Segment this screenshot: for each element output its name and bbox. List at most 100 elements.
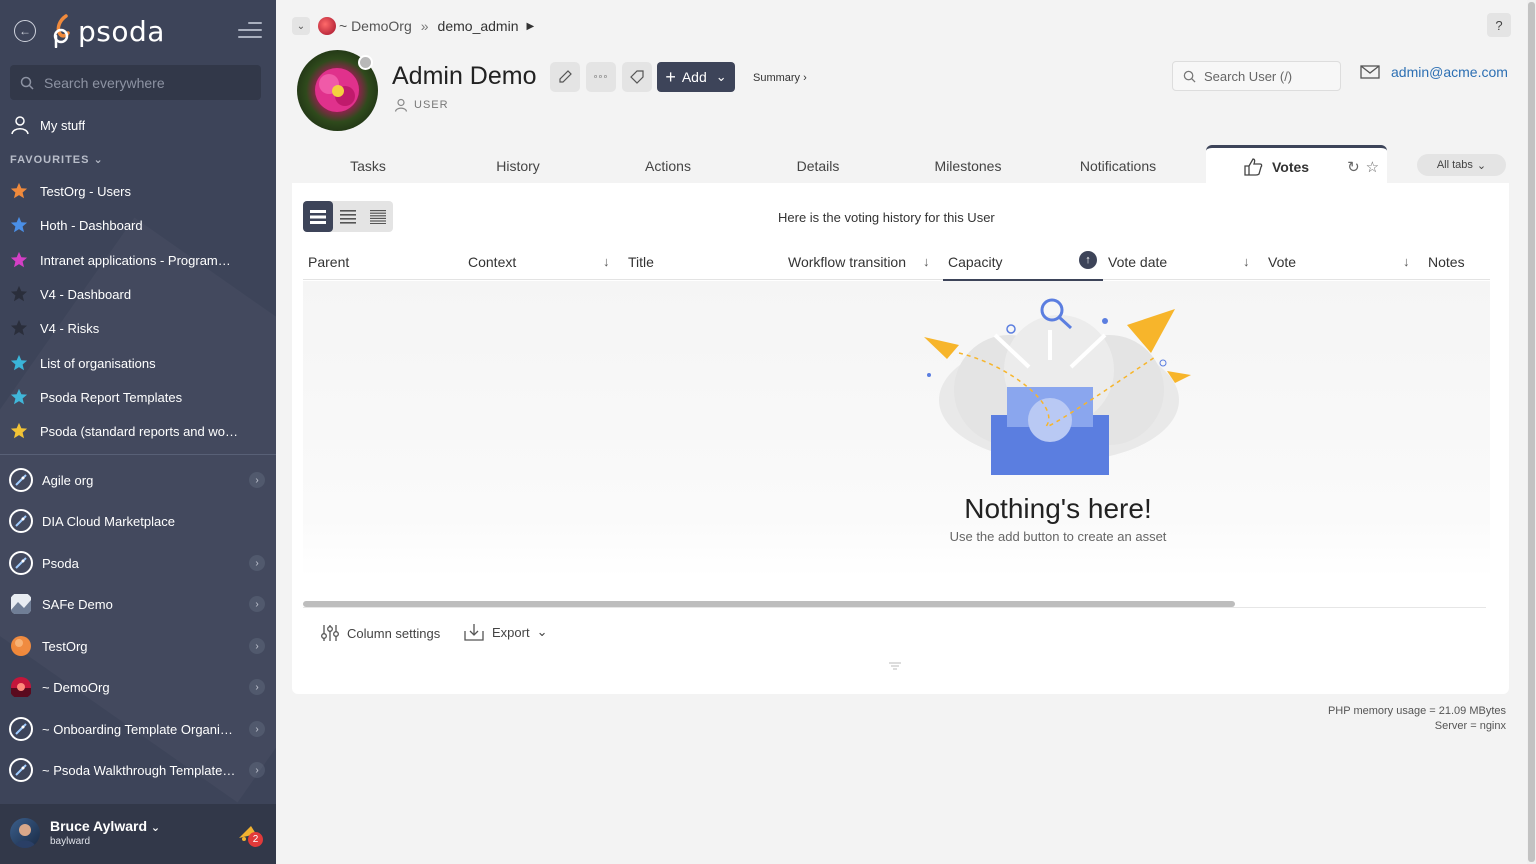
sidebar-favourite-label: V4 - Risks [40,320,100,336]
sort-arrow-icon[interactable]: ↓ [1403,254,1410,269]
chevron-right-icon[interactable]: › [249,596,265,612]
all-tabs-label: All tabs [1436,159,1473,171]
tab-notifications[interactable]: Notifications [1080,158,1156,174]
sort-arrow-icon[interactable]: ↓ [1243,254,1250,269]
sidebar-org-item[interactable]: SAFe Demo › [0,586,276,622]
sidebar-org-item[interactable]: ~ Psoda Walkthrough Template P... › [0,752,276,788]
more-button[interactable]: ◦◦◦ [586,62,616,92]
sidebar-org-label: DIA Cloud Marketplace [42,513,175,529]
resize-grip-icon[interactable] [889,662,901,670]
back-arrow-icon[interactable]: ← [14,20,36,42]
sort-arrow-icon[interactable]: ↓ [603,254,610,269]
help-button[interactable]: ? [1487,13,1511,37]
chevron-right-icon[interactable]: › [249,638,265,654]
chevron-right-icon[interactable]: › [249,679,265,695]
column-settings-label: Column settings [347,625,441,641]
sidebar-org-item[interactable]: Psoda › [0,545,276,581]
server-info: PHP memory usage = 21.09 MBytes Server =… [1328,704,1506,734]
tab-tasks[interactable]: Tasks [350,158,386,174]
export-icon [464,624,484,641]
sliders-icon [321,625,339,641]
list-small-icon [370,209,386,224]
breadcrumb-dropdown-button[interactable]: ⌄ [292,17,310,35]
favourites-heading[interactable]: FAVOURITES ⌄ [10,153,104,166]
sidebar-org-item[interactable]: TestOrg › [0,628,276,664]
psoda-logo[interactable]: psoda [50,14,165,48]
memory-usage: PHP memory usage = 21.09 MBytes [1327,705,1506,717]
column-header-notes[interactable]: Notes [1428,254,1465,270]
column-settings-button[interactable]: Column settings [320,623,440,643]
sidebar: ← psoda Search everywhere My stuff FAVOU… [0,0,276,864]
sort-ascending-icon[interactable]: ↑ [1079,251,1097,269]
thumbs-up-icon [1244,157,1263,176]
user-menu[interactable]: Bruce Aylward ⌄ baylward [0,804,276,864]
user-name-text: Bruce Aylward [50,818,147,834]
horizontal-scrollbar[interactable] [303,601,1235,607]
global-search-input[interactable]: Search everywhere [10,65,261,100]
search-icon [20,76,34,90]
search-user-input[interactable]: Search User (/) [1172,61,1341,91]
chevron-right-icon[interactable]: › [249,721,265,737]
sidebar-org-item[interactable]: ~ DemoOrg › [0,669,276,705]
user-icon [11,116,29,135]
summary-link[interactable]: Summary › [753,72,807,84]
view-compact-button[interactable] [333,201,363,232]
column-header-vote-date[interactable]: Vote date [1108,254,1167,270]
sidebar-favourite-item[interactable]: Intranet applications - Programme... [0,245,276,275]
star-icon [10,319,28,336]
empty-state: Nothing's here! Use the add button to cr… [303,281,1490,577]
refresh-icon[interactable]: ↻ [1347,158,1360,176]
sidebar-org-item[interactable]: Agile org › [0,462,276,498]
sidebar-item-my-stuff[interactable]: My stuff [0,110,276,140]
chevron-right-icon[interactable]: › [249,555,265,571]
column-header-capacity[interactable]: Capacity [948,254,1002,270]
view-comfortable-button[interactable] [303,201,333,232]
sidebar-header: ← psoda [0,0,276,64]
column-header-workflow-transition[interactable]: Workflow transition [788,254,906,270]
column-header-parent[interactable]: Parent [308,254,349,270]
sidebar-favourite-item[interactable]: Hoth - Dashboard [0,210,276,240]
sidebar-favourite-item[interactable]: V4 - Risks [0,313,276,343]
email-link[interactable]: admin@acme.com [1360,64,1508,80]
column-header-context[interactable]: Context [468,254,516,270]
breadcrumb-current[interactable]: demo_admin [438,18,519,34]
chevron-right-icon[interactable]: › [249,472,265,488]
notifications-bell[interactable]: 2 [236,824,263,848]
landscape-icon [9,592,33,616]
tab-milestones[interactable]: Milestones [935,158,1002,174]
export-button[interactable]: Export ⌄ [464,623,547,641]
tag-button[interactable] [622,62,652,92]
chevron-down-icon: ⌄ [715,69,727,84]
sidebar-favourite-item[interactable]: Psoda Report Templates [0,382,276,412]
sidebar-org-item[interactable]: ~ Onboarding Template Organisa... › [0,711,276,747]
sidebar-org-label: ~ Onboarding Template Organisa... [42,721,237,737]
add-button[interactable]: + Add ⌄ [657,62,735,92]
sort-arrow-icon[interactable]: ↓ [923,254,930,269]
tab-details[interactable]: Details [797,158,840,174]
sidebar-favourite-item[interactable]: TestOrg - Users [0,176,276,206]
sidebar-favourite-item[interactable]: V4 - Dashboard [0,279,276,309]
sidebar-org-item[interactable]: DIA Cloud Marketplace [0,503,276,539]
all-tabs-dropdown[interactable]: All tabs ⌄ [1417,154,1506,176]
page-scrollbar[interactable] [1527,0,1536,864]
chevron-right-icon[interactable]: › [249,762,265,778]
column-header-title[interactable]: Title [628,254,654,270]
sidebar-favourite-item[interactable]: List of organisations [0,348,276,378]
view-dense-button[interactable] [363,201,393,232]
column-header-vote[interactable]: Vote [1268,254,1296,270]
caret-right-icon[interactable]: ▶ [526,21,534,32]
tab-actions[interactable]: Actions [645,158,691,174]
tab-history[interactable]: History [496,158,540,174]
rocket-icon [9,468,33,492]
star-outline-icon[interactable]: ☆ [1366,158,1379,176]
entity-type: USER [394,98,449,112]
notification-count-badge: 2 [248,832,263,847]
collapse-menu-icon[interactable] [238,22,262,40]
edit-button[interactable] [550,62,580,92]
sidebar-org-label: ~ DemoOrg [42,679,110,695]
page-scrollbar-thumb[interactable] [1528,2,1535,862]
tab-votes[interactable]: Votes ↻ ☆ [1206,145,1387,185]
sidebar-favourite-item[interactable]: Psoda (standard reports and work... [0,416,276,446]
sidebar-favourite-label: Psoda (standard reports and work... [40,423,240,439]
breadcrumb-org-link[interactable]: ~ DemoOrg [339,18,412,34]
